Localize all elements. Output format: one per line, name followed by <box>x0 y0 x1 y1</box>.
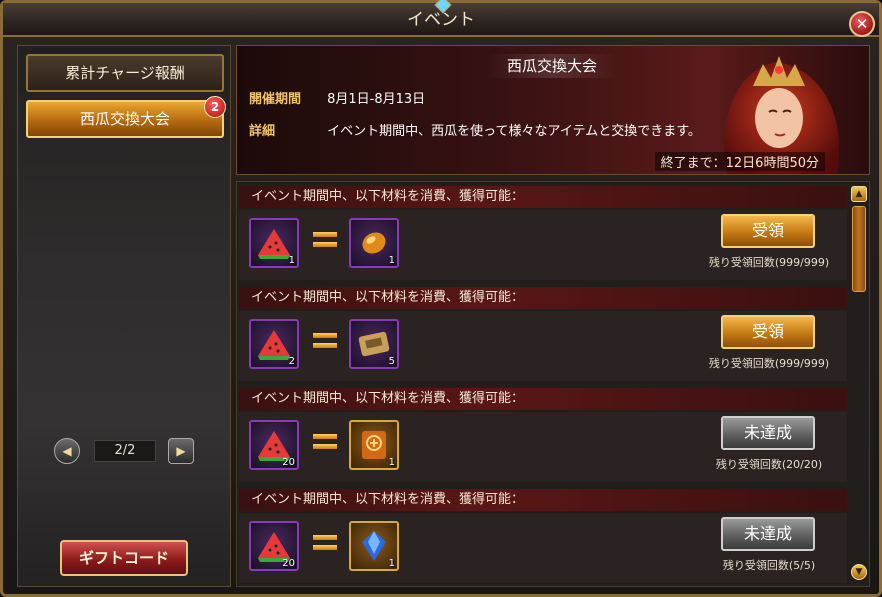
reward-item[interactable]: 1 <box>349 521 399 571</box>
list-item: イベント期間中、以下材料を消費、獲得可能： 20 1 未達成 残り受領回数(5/… <box>237 485 849 585</box>
claim-button[interactable]: 受領 <box>721 315 815 349</box>
list-scrollbar[interactable]: ▲ ▼ <box>851 184 867 584</box>
detail-label: 詳細 <box>249 124 276 139</box>
remaining-count: 残り受領回数(999/999) <box>708 256 830 269</box>
sidebar-item-watermelon-exchange[interactable]: 西瓜交換大会 2 <box>26 96 226 138</box>
scroll-thumb[interactable] <box>852 206 866 292</box>
sidebar-item-recharge-reward[interactable]: 累計チャージ報酬 <box>26 54 224 92</box>
list-item: イベント期間中、以下材料を消費、獲得可能： 2 5 受領 残り受領回数(999/… <box>237 283 849 383</box>
watermelon-item[interactable]: 1 <box>249 218 299 268</box>
sidebar-item-label: 西瓜交換大会 <box>79 110 170 128</box>
list-item: イベント期間中、以下材料を消費、獲得可能： 20 1 未達成 残り受領回数(20… <box>237 384 849 484</box>
chevron-left-icon: ◀ <box>62 444 72 458</box>
next-page-button[interactable]: ▶ <box>168 438 194 464</box>
window-title: イベント <box>407 10 475 30</box>
close-button[interactable]: ✕ <box>849 11 875 37</box>
period-label: 開催期間 <box>249 92 302 107</box>
exchange-body: 20 1 未達成 残り受領回数(20/20) <box>239 412 847 482</box>
remaining-count: 残り受領回数(5/5) <box>722 559 816 572</box>
item-quantity: 20 <box>282 457 295 468</box>
blue-crystal-icon <box>362 531 386 561</box>
close-icon: ✕ <box>855 15 869 33</box>
reward-item[interactable]: 1 <box>349 420 399 470</box>
exchange-body: 20 1 未達成 残り受領回数(5/5) <box>239 513 847 583</box>
period-value: 8月1日-8月13日 <box>327 92 426 107</box>
event-window: イベント ✕ 累計チャージ報酬 西瓜交換大会 2 ◀ 2/2 ▶ ギフトコード <box>0 0 882 597</box>
watermelon-item[interactable]: 20 <box>249 521 299 571</box>
rune-book-icon <box>362 431 386 459</box>
equals-icon <box>313 434 337 450</box>
sidebar-item-label: 累計チャージ報酬 <box>65 64 185 82</box>
item-quantity: 1 <box>388 457 395 468</box>
exchange-body: 2 5 受領 残り受領回数(999/999) <box>239 311 847 381</box>
watermelon-icon <box>258 330 290 360</box>
chevron-down-icon: ▼ <box>855 567 863 577</box>
detail-value: イベント期間中、西瓜を使って様々なアイテムと交換できます。 <box>327 124 701 139</box>
exchange-body: 1 1 受領 残り受領回数(999/999) <box>239 210 847 280</box>
reward-item[interactable]: 5 <box>349 319 399 369</box>
item-quantity: 20 <box>282 558 295 569</box>
watermelon-icon <box>258 229 290 259</box>
equals-icon <box>313 333 337 349</box>
claim-button[interactable]: 未達成 <box>721 517 815 551</box>
exchange-header: イベント期間中、以下材料を消費、獲得可能： <box>239 287 847 309</box>
chevron-right-icon: ▶ <box>176 444 186 458</box>
exchange-list: イベント期間中、以下材料を消費、獲得可能： 1 1 受領 残り受領回数(999/… <box>236 181 870 587</box>
countdown-timer: 終了まで：12日6時間50分 <box>654 152 825 171</box>
event-header: 西瓜交換大会 開催期間 8月1日-8月13日 詳細 イベント期間中、西瓜を使って… <box>236 45 870 175</box>
reward-item[interactable]: 1 <box>349 218 399 268</box>
item-quantity: 5 <box>388 356 395 367</box>
exp-scroll-icon <box>358 331 390 357</box>
equals-icon <box>313 232 337 248</box>
scroll-up-button[interactable]: ▲ <box>851 186 867 202</box>
notification-badge: 2 <box>204 96 226 118</box>
remaining-count: 残り受領回数(999/999) <box>708 357 830 370</box>
claim-button[interactable]: 未達成 <box>721 416 815 450</box>
claim-button[interactable]: 受領 <box>721 214 815 248</box>
list-item: イベント期間中、以下材料を消費、獲得可能： 1 1 受領 残り受領回数(999/… <box>237 182 849 282</box>
watermelon-item[interactable]: 2 <box>249 319 299 369</box>
chevron-up-icon: ▲ <box>855 189 863 199</box>
watermelon-item[interactable]: 20 <box>249 420 299 470</box>
page-indicator: 2/2 <box>94 440 156 462</box>
item-quantity: 2 <box>288 356 295 367</box>
sidebar: 累計チャージ報酬 西瓜交換大会 2 ◀ 2/2 ▶ ギフトコード <box>17 45 231 587</box>
gift-code-button[interactable]: ギフトコード <box>60 540 188 576</box>
exchange-header: イベント期間中、以下材料を消費、獲得可能： <box>239 186 847 208</box>
period-row: 開催期間 8月1日-8月13日 <box>249 88 425 107</box>
prev-page-button[interactable]: ◀ <box>54 438 80 464</box>
sidebar-pager: ◀ 2/2 ▶ <box>54 438 194 468</box>
equals-icon <box>313 535 337 551</box>
exchange-header: イベント期間中、以下材料を消費、獲得可能： <box>239 489 847 511</box>
orange-gem-icon <box>362 232 386 254</box>
scroll-down-button[interactable]: ▼ <box>851 564 867 580</box>
event-title: 西瓜交換大会 <box>487 54 617 78</box>
item-quantity: 1 <box>288 255 295 266</box>
remaining-count: 残り受領回数(20/20) <box>715 458 823 471</box>
detail-row: 詳細 イベント期間中、西瓜を使って様々なアイテムと交換できます。 <box>249 120 701 139</box>
item-quantity: 1 <box>388 558 395 569</box>
item-quantity: 1 <box>388 255 395 266</box>
exchange-header: イベント期間中、以下材料を消費、獲得可能： <box>239 388 847 410</box>
title-bar: イベント ✕ <box>3 0 879 37</box>
